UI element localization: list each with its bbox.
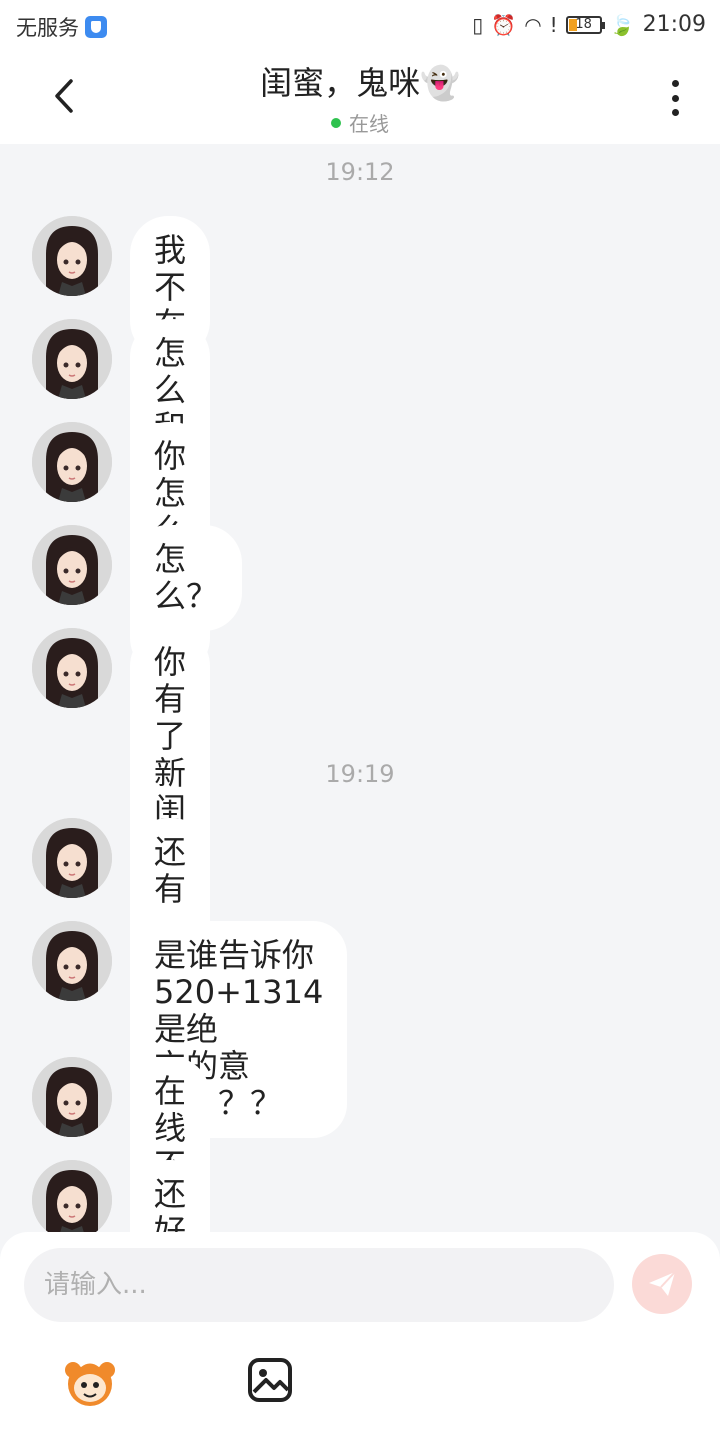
leaf-icon: 🍃 xyxy=(609,12,635,37)
shield-icon xyxy=(85,16,107,38)
girl-avatar-icon xyxy=(32,319,112,399)
more-menu-button[interactable] xyxy=(660,78,690,118)
avatar[interactable] xyxy=(32,1057,112,1137)
online-label: 在线 xyxy=(349,112,389,136)
more-dot xyxy=(671,80,679,87)
girl-avatar-icon xyxy=(32,818,112,898)
send-icon xyxy=(649,1271,676,1296)
message-bubble[interactable]: 还有 xyxy=(130,818,211,924)
emoji-mascot-icon[interactable] xyxy=(60,1352,120,1412)
avatar[interactable] xyxy=(32,525,112,605)
carrier-label: 无服务 xyxy=(16,16,79,40)
composer: 请输入... xyxy=(0,1232,720,1440)
status-bar: 无服务 ▯ ⏰ ◠ ! 18 🍃 21:09 xyxy=(0,0,720,50)
status-right: ▯ ⏰ ◠ ! 18 🍃 21:09 xyxy=(472,12,706,37)
contact-name: 闺蜜，鬼咪👻 xyxy=(260,64,460,102)
avatar[interactable] xyxy=(32,1160,112,1234)
back-button[interactable] xyxy=(44,74,84,118)
battery-icon: 18 xyxy=(565,15,605,34)
girl-avatar-icon xyxy=(32,628,112,708)
title-block: 闺蜜，鬼咪👻 在线 xyxy=(160,58,560,137)
avatar[interactable] xyxy=(32,422,112,502)
avatar[interactable] xyxy=(32,921,112,1001)
timestamp: 19:19 xyxy=(325,760,395,788)
wifi-icon: ◠ xyxy=(524,12,542,37)
message-bubble[interactable]: 还好意思说我 xyxy=(130,1160,211,1234)
more-dot xyxy=(671,94,679,102)
girl-avatar-icon xyxy=(32,1057,112,1137)
more-dot xyxy=(671,109,679,116)
clock: 21:09 xyxy=(642,12,706,37)
girl-avatar-icon xyxy=(32,921,112,1001)
send-button[interactable] xyxy=(632,1254,692,1314)
avatar[interactable] xyxy=(32,319,112,399)
avatar[interactable] xyxy=(32,818,112,898)
timestamp: 19:12 xyxy=(325,158,395,186)
message-input[interactable]: 请输入... xyxy=(24,1248,614,1322)
girl-avatar-icon xyxy=(32,1160,112,1234)
status-left: 无服务 xyxy=(16,12,107,42)
battery-level: 18 xyxy=(575,17,592,32)
girl-avatar-icon xyxy=(32,525,112,605)
image-icon[interactable] xyxy=(246,1356,294,1404)
girl-avatar-icon xyxy=(32,422,112,502)
girl-avatar-icon xyxy=(32,216,112,296)
message-list[interactable]: 19:12 我不在 怎么和你聊 你怎么那么作 怎么？ 你有了新闺不想要我了是吗 … xyxy=(0,144,720,1234)
vibrate-icon: ▯ xyxy=(472,12,484,37)
chat-header: 闺蜜，鬼咪👻 在线 xyxy=(0,50,720,144)
avatar[interactable] xyxy=(32,628,112,708)
avatar[interactable] xyxy=(32,216,112,296)
alarm-icon: ⏰ xyxy=(491,12,517,37)
online-status: 在线 xyxy=(160,108,560,137)
sim-alert-icon: ! xyxy=(549,12,558,37)
online-dot xyxy=(331,117,341,128)
message-bubble[interactable]: 怎么？ xyxy=(130,525,242,631)
chevron-left-icon xyxy=(55,79,73,113)
